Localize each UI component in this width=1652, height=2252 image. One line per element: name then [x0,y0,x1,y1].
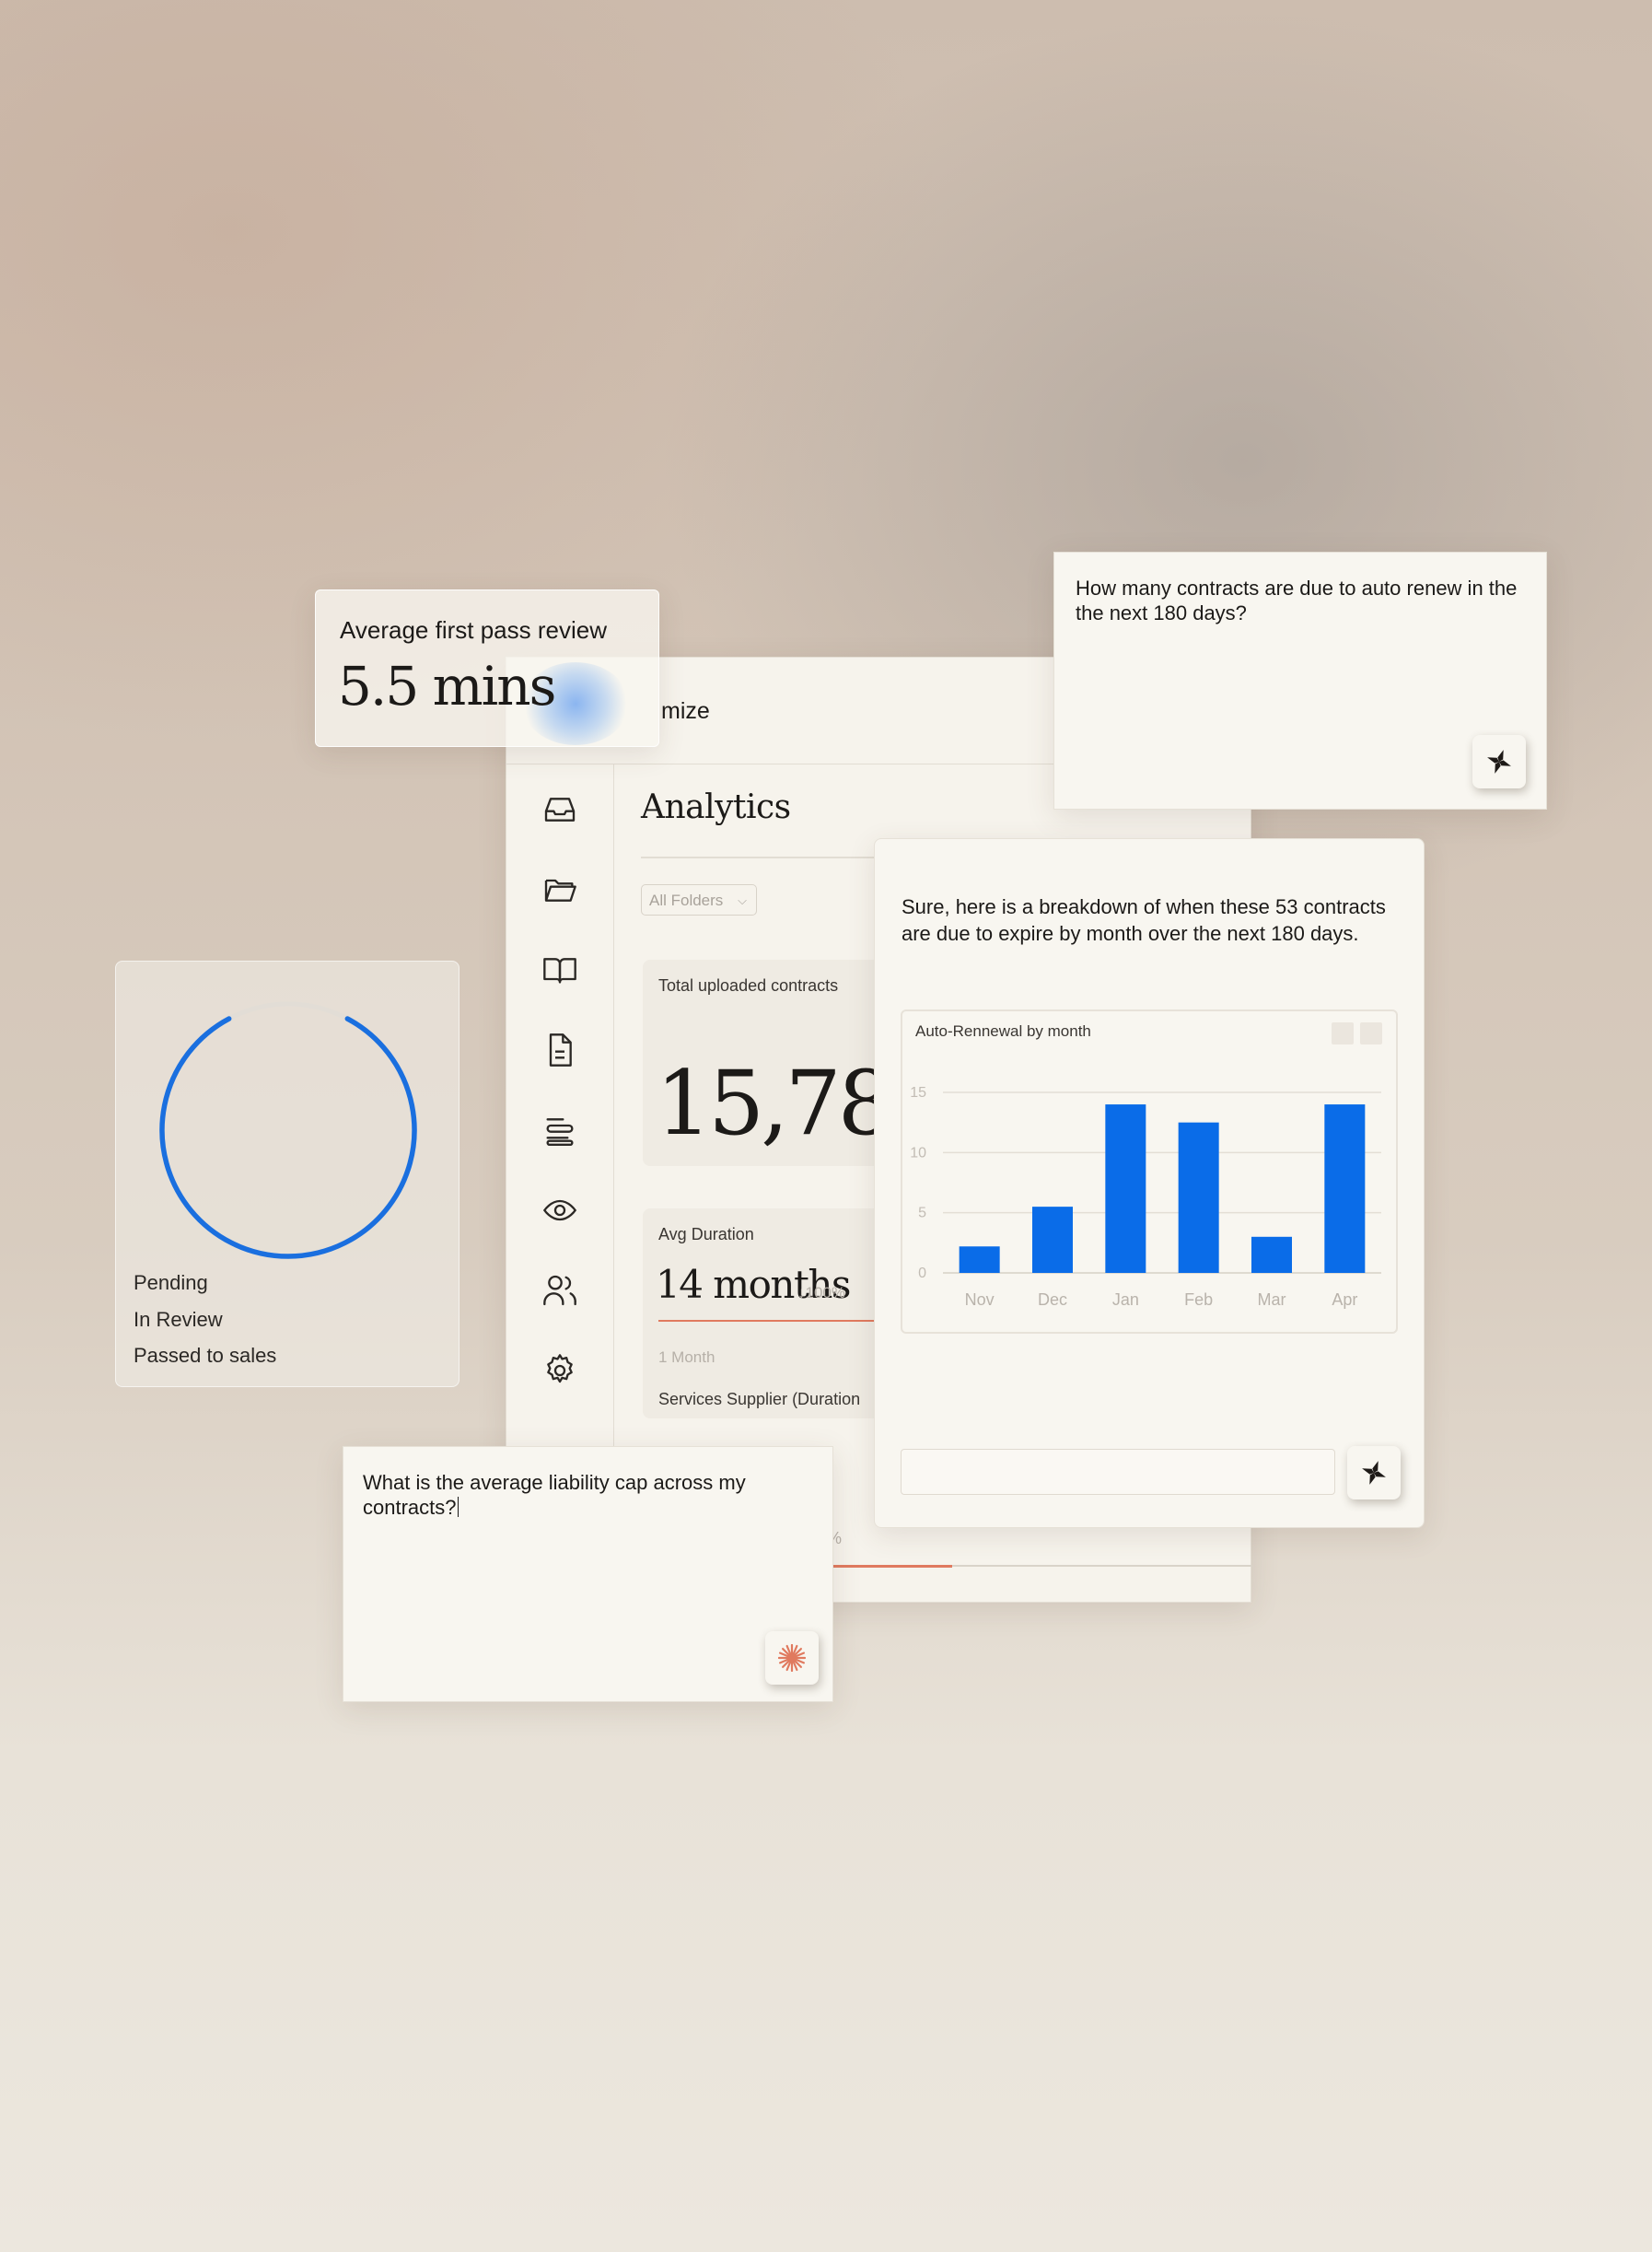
ring-arc [159,1016,417,1259]
legend-item-passed: Passed to sales [134,1344,277,1367]
first-pass-review-card: Average first pass review 5.5 mins [315,589,659,747]
question-text: How many contracts are due to auto renew… [1076,577,1518,624]
question-card-auto-renew: How many contracts are due to auto renew… [1053,552,1547,810]
x-tick-label: Apr [1332,1290,1357,1309]
eye-icon[interactable] [541,1192,578,1229]
ai-submit-button[interactable] [1472,735,1526,788]
total-contracts-card: Total uploaded contracts 15,783 [643,960,947,1166]
stat-delta: ↓100% [797,1284,845,1301]
x-tick-label: Jan [1112,1290,1139,1309]
asterisk-icon [778,1644,806,1672]
list-icon[interactable] [541,1112,578,1149]
follow-up-input[interactable] [901,1449,1335,1495]
status-ring-card: Pending In Review Passed to sales [115,961,460,1387]
y-tick-label: 15 [910,1085,926,1101]
y-tick-label: 5 [918,1206,926,1221]
legend-item-in-review: In Review [134,1308,223,1331]
book-icon[interactable] [541,951,578,988]
answer-text: Sure, here is a breakdown of when these … [902,895,1386,945]
x-tick-label: Nov [965,1290,995,1309]
bar-chart-svg: 0 5 10 15 Nov Dec Jan Feb Mar Apr [910,1085,1381,1309]
answer-card: Sure, here is a breakdown of when these … [874,838,1425,1528]
document-icon[interactable] [541,1032,578,1068]
chevron-down-icon: ⌵ [738,893,747,907]
first-pass-label: Average first pass review [340,616,607,644]
chart-title: Auto-Rennewal by month [915,1022,1091,1040]
question-input-text[interactable]: What is the average liability cap across… [363,1470,805,1520]
folder-filter-select[interactable]: All Folders ⌵ [641,884,757,916]
users-icon[interactable] [541,1272,578,1309]
stat-item-name: Services Supplier (Duration [658,1390,861,1408]
chart-tool-button[interactable] [1332,1022,1354,1044]
avg-duration-card: Avg Duration 14 months ↓100% 1 Month Ser… [643,1208,882,1418]
stat-progress-bar [658,1320,882,1322]
page-title: Analytics [641,788,791,826]
stat-label: Total uploaded contracts [658,976,839,995]
legend-item-pending: Pending [134,1271,208,1294]
ai-submit-button[interactable] [1347,1446,1401,1499]
folder-icon[interactable] [541,871,578,908]
progress-ring [159,1001,417,1259]
bar-mar [1251,1236,1292,1273]
question-text: What is the average liability cap across… [363,1471,746,1519]
question-card-liability: What is the average liability cap across… [343,1446,833,1702]
y-tick-label: 10 [910,1145,926,1161]
app-brand: mize [661,698,710,724]
auto-renewal-chart: 0 5 10 15 Nov Dec Jan Feb Mar Apr Auto-Rennewal b… [901,1009,1398,1334]
x-tick-label: Mar [1258,1290,1286,1309]
bar-dec [1032,1207,1073,1273]
y-tick-label: 0 [918,1266,926,1281]
ai-spark-icon [1487,750,1511,774]
bar-jan [1105,1104,1146,1273]
generate-button[interactable] [765,1631,819,1685]
first-pass-value: 5.5 mins [338,655,556,718]
chart-tool-button[interactable] [1360,1022,1382,1044]
text-cursor [457,1497,459,1517]
x-tick-label: Feb [1184,1290,1213,1309]
ai-spark-icon [1362,1461,1386,1485]
stat-label: Avg Duration [658,1225,754,1243]
bar-apr [1324,1104,1366,1273]
stat-subtext: 1 Month [658,1348,715,1366]
folder-filter-value: All Folders [649,892,724,909]
gear-icon[interactable] [541,1352,578,1389]
x-tick-label: Dec [1038,1290,1067,1309]
bar-feb [1178,1122,1219,1273]
inbox-icon[interactable] [541,791,578,828]
bar-nov [959,1246,1000,1273]
